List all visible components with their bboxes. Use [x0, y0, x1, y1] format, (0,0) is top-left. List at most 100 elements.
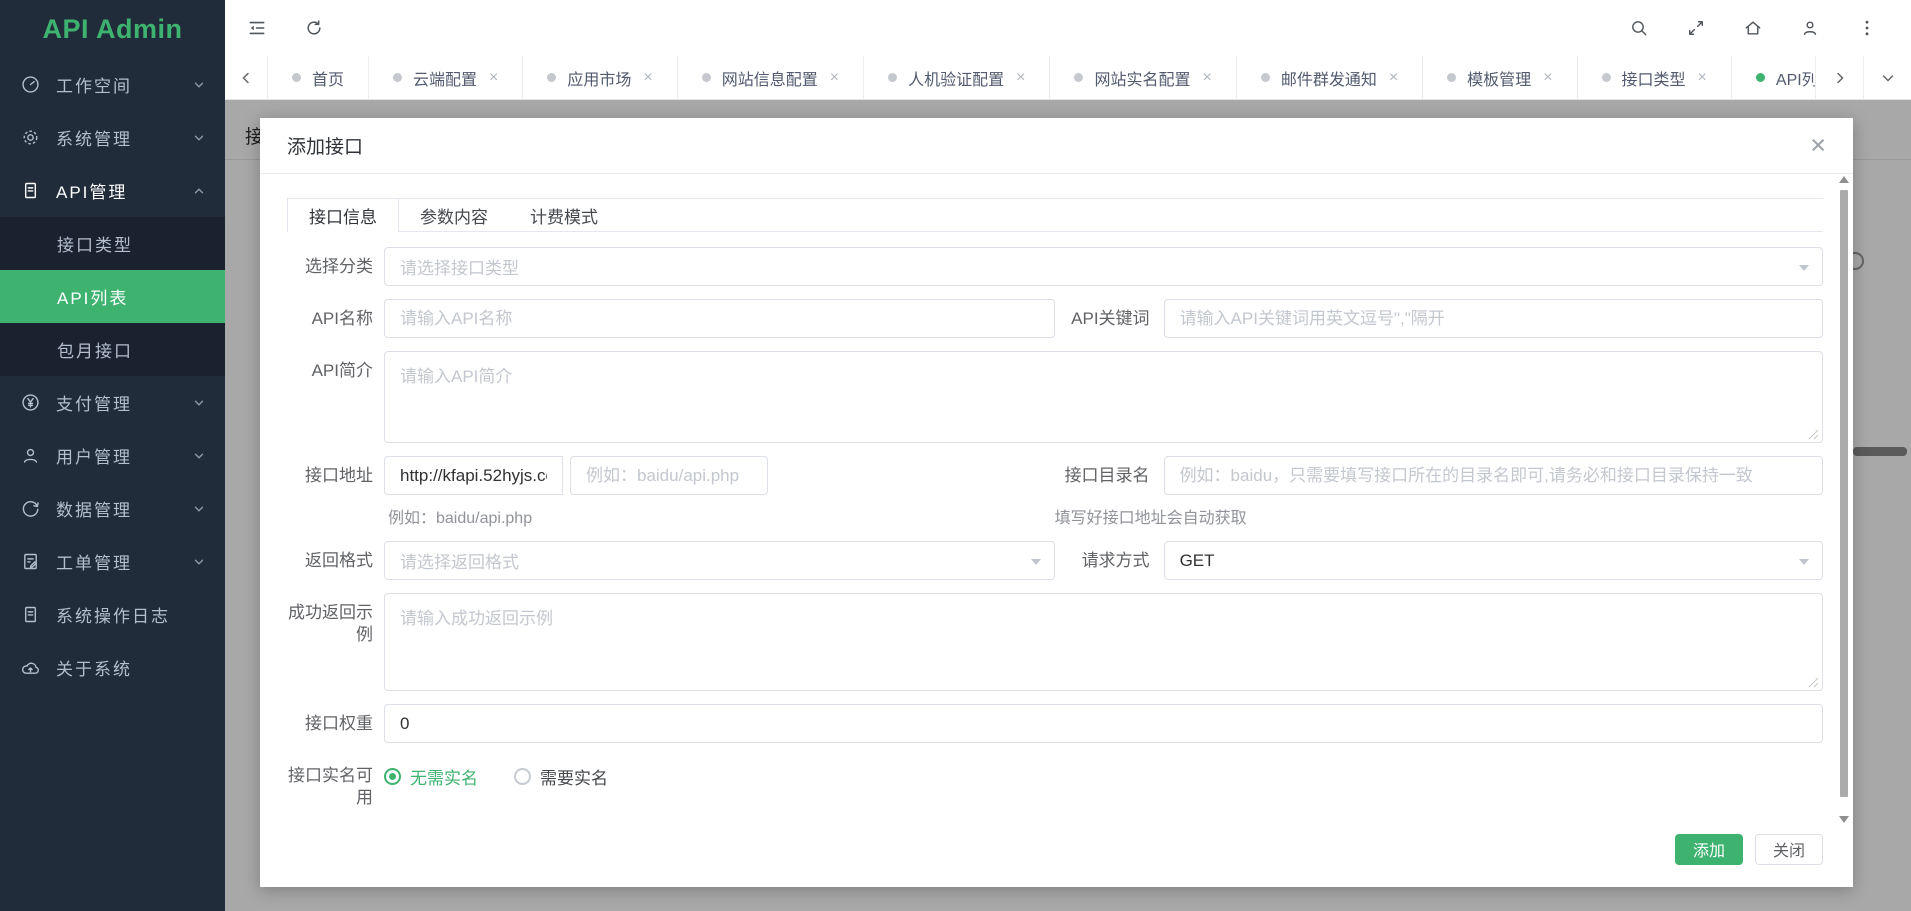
close-tab-icon[interactable]: ×: [643, 70, 652, 86]
tab-label: 邮件群发通知: [1281, 66, 1377, 90]
sidebar-item-system-log[interactable]: 系统操作日志: [0, 588, 225, 641]
chevron-down-icon: [193, 503, 205, 515]
api-intro-textarea[interactable]: [384, 351, 1823, 443]
tabs-scroll-left-icon[interactable]: [225, 56, 268, 99]
close-tab-icon[interactable]: ×: [830, 70, 839, 86]
success-example-textarea[interactable]: [384, 593, 1823, 691]
close-tab-icon[interactable]: ×: [1698, 70, 1707, 86]
api-path-input[interactable]: [570, 456, 768, 495]
refresh-icon[interactable]: [304, 18, 324, 38]
sidebar-item-user-manage[interactable]: 用户管理: [0, 429, 225, 482]
tab-api-type[interactable]: 接口类型 ×: [1578, 56, 1732, 99]
tab-dot: [702, 73, 711, 82]
tab-cloud-config[interactable]: 云端配置 ×: [369, 56, 523, 99]
sidebar-item-label: 关于系统: [56, 655, 205, 680]
modal-header: 添加接口 ×: [260, 118, 1853, 174]
directory-hint: 填写好接口地址会自动获取: [1055, 504, 1823, 528]
sidebar-item-api-list[interactable]: API列表: [0, 270, 225, 323]
field-label: 接口权重: [287, 704, 373, 735]
tab-template-manage[interactable]: 模板管理 ×: [1423, 56, 1577, 99]
api-name-input[interactable]: [384, 299, 1055, 338]
select-value: GET: [1180, 551, 1215, 571]
sidebar-item-api-type[interactable]: 接口类型: [0, 217, 225, 270]
log-icon: [20, 604, 41, 625]
tab-dot: [292, 73, 301, 82]
scroll-up-icon[interactable]: [1839, 176, 1849, 183]
modal-close-icon[interactable]: ×: [1810, 132, 1826, 159]
sidebar-item-label: 接口类型: [57, 231, 205, 256]
tab-email-notify[interactable]: 邮件群发通知 ×: [1237, 56, 1423, 99]
radio-no-realname[interactable]: 无需实名: [384, 764, 478, 789]
field-label: 接口目录名: [1055, 456, 1150, 495]
resize-handle-icon[interactable]: [1808, 427, 1819, 438]
api-base-url-input[interactable]: [384, 456, 563, 495]
tabs-scroll-right-icon[interactable]: [1815, 56, 1863, 99]
chevron-down-icon: [193, 79, 205, 91]
sidebar-item-system-manage[interactable]: 系统管理: [0, 111, 225, 164]
add-button[interactable]: 添加: [1675, 834, 1743, 865]
tab-home[interactable]: 首页: [268, 56, 369, 99]
user-profile-icon[interactable]: [1800, 18, 1820, 38]
tab-label: 云端配置: [413, 66, 477, 90]
close-tab-icon[interactable]: ×: [489, 70, 498, 86]
tab-label: 网站信息配置: [722, 66, 818, 90]
tab-dot: [1447, 73, 1456, 82]
add-api-modal: 添加接口 × 接口信息 参数内容 计费模式 选择分类 请选择接口类型: [260, 118, 1853, 887]
api-directory-input[interactable]: [1164, 456, 1823, 495]
sidebar-item-workorder-manage[interactable]: 工单管理: [0, 535, 225, 588]
tab-label: 人机验证配置: [908, 66, 1004, 90]
form-row-address-directory: 接口地址 例如：baidu/api.php: [287, 456, 1823, 528]
select-placeholder: 请选择接口类型: [400, 254, 519, 279]
sidebar-item-label: 系统管理: [56, 125, 193, 150]
top-header: [225, 0, 1911, 56]
close-tab-icon[interactable]: ×: [1543, 70, 1552, 86]
field-label: 请求方式: [1055, 541, 1150, 580]
scrollbar-thumb[interactable]: [1840, 190, 1848, 797]
tab-dot: [393, 73, 402, 82]
api-weight-input[interactable]: [384, 704, 1823, 743]
modal-scrollbar[interactable]: [1838, 176, 1850, 823]
sidebar-item-about-system[interactable]: 关于系统: [0, 641, 225, 694]
sidebar-item-api-manage[interactable]: API管理: [0, 164, 225, 217]
scroll-down-icon[interactable]: [1839, 816, 1849, 823]
tab-site-realname-config[interactable]: 网站实名配置 ×: [1050, 56, 1236, 99]
api-keywords-input[interactable]: [1164, 299, 1823, 338]
return-format-select[interactable]: 请选择返回格式: [384, 541, 1055, 580]
home-icon[interactable]: [1743, 18, 1763, 38]
close-tab-icon[interactable]: ×: [1202, 70, 1211, 86]
category-select[interactable]: 请选择接口类型: [384, 247, 1823, 286]
fullscreen-icon[interactable]: [1686, 18, 1706, 38]
tab-api-list[interactable]: API列表 ×: [1732, 56, 1815, 99]
sidebar-fold-icon[interactable]: [247, 18, 267, 38]
radio-label: 需要实名: [540, 764, 608, 789]
modal-tab-billing[interactable]: 计费模式: [509, 199, 619, 231]
tab-app-market[interactable]: 应用市场 ×: [523, 56, 677, 99]
sidebar-item-payment-manage[interactable]: 支付管理: [0, 376, 225, 429]
data-refresh-icon: [20, 498, 41, 519]
more-vertical-icon[interactable]: [1857, 18, 1877, 38]
tab-captcha-config[interactable]: 人机验证配置 ×: [864, 56, 1050, 99]
form-row-realname: 接口实名可用 无需实名 需要实名: [287, 756, 1823, 809]
field-label: 选择分类: [287, 247, 373, 278]
gear-icon: [20, 127, 41, 148]
resize-handle-icon[interactable]: [1808, 675, 1819, 686]
address-hint: 例如：baidu/api.php: [388, 504, 1055, 528]
radio-unchecked-icon: [514, 768, 531, 785]
close-tab-icon[interactable]: ×: [1016, 70, 1025, 86]
chevron-down-icon: [193, 556, 205, 568]
modal-tab-params[interactable]: 参数内容: [399, 199, 509, 231]
tabs-menu-icon[interactable]: [1863, 56, 1911, 99]
close-button[interactable]: 关闭: [1755, 834, 1823, 865]
tab-site-info-config[interactable]: 网站信息配置 ×: [678, 56, 864, 99]
sidebar-item-data-manage[interactable]: 数据管理: [0, 482, 225, 535]
cloud-upload-icon: [20, 657, 41, 678]
request-method-select[interactable]: GET: [1164, 541, 1823, 580]
modal-tab-api-info[interactable]: 接口信息: [287, 199, 399, 231]
tab-label: 网站实名配置: [1094, 66, 1190, 90]
sidebar-item-workspace[interactable]: 工作空间: [0, 58, 225, 111]
close-tab-icon[interactable]: ×: [1389, 70, 1398, 86]
search-icon[interactable]: [1629, 18, 1649, 38]
radio-need-realname[interactable]: 需要实名: [514, 764, 608, 789]
tab-dot: [888, 73, 897, 82]
sidebar-item-monthly-api[interactable]: 包月接口: [0, 323, 225, 376]
